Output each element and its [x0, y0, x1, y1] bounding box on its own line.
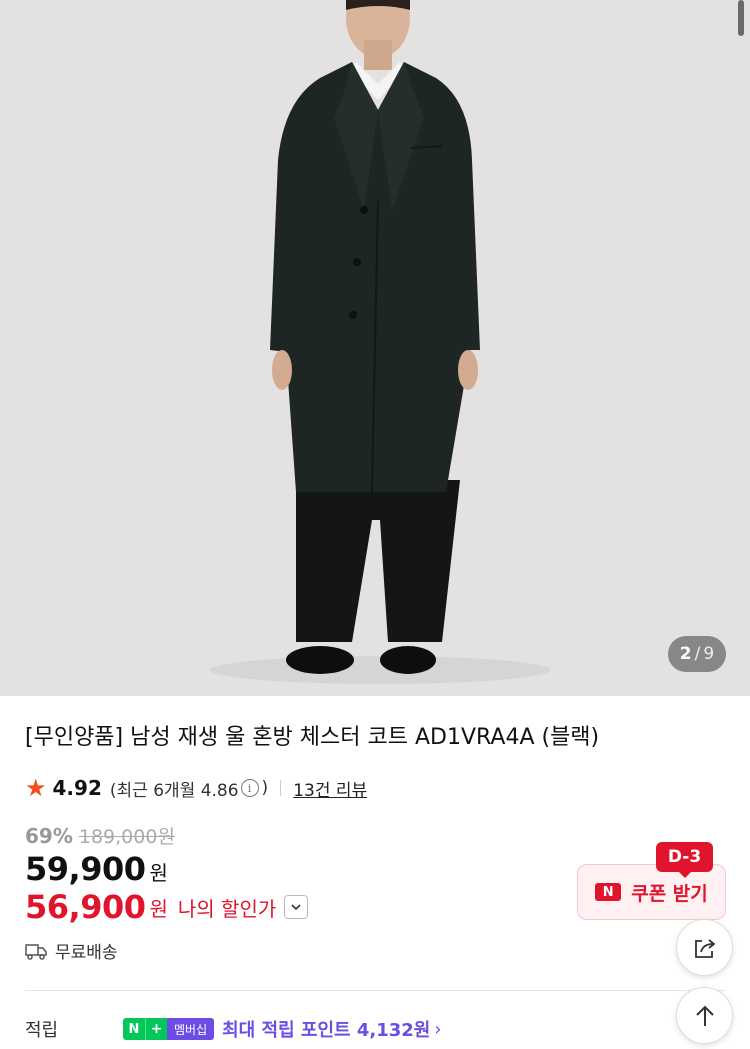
points-text: 최대 적립 포인트 4,132원: [222, 1020, 431, 1041]
npay-plus: +: [145, 1018, 167, 1040]
page-separator: /: [694, 644, 701, 664]
my-price-label[interactable]: 나의 할인가: [178, 893, 276, 922]
rating-score: 4.92: [52, 776, 102, 800]
chevron-right-icon: ›: [434, 1018, 442, 1040]
price-row: 59,900 원: [25, 850, 168, 888]
chevron-down-icon[interactable]: [284, 895, 309, 919]
my-price-unit: 원: [149, 896, 168, 921]
product-image-gallery[interactable]: 2 / 9: [0, 0, 750, 696]
coupon-button[interactable]: N 쿠폰 받기: [577, 864, 726, 920]
membership-text: 멤버십: [167, 1018, 215, 1040]
info-icon[interactable]: i: [240, 779, 259, 797]
sale-price: 59,900: [25, 850, 146, 888]
coupon-label: 쿠폰 받기: [631, 882, 708, 905]
points-row[interactable]: 적립 N + 멤버십 최대 적립 포인트 4,132원 ›: [25, 1016, 625, 1042]
original-price: 189,000원: [78, 826, 175, 848]
section-divider: [25, 990, 725, 991]
star-icon: ★: [25, 774, 47, 802]
npay-n: N: [123, 1018, 145, 1040]
arrow-up-icon: [695, 1005, 714, 1026]
truck-icon: [25, 943, 47, 960]
share-button[interactable]: [676, 919, 733, 976]
total-pages: 9: [703, 644, 715, 664]
divider: [280, 780, 282, 796]
recent-rating-close: ): [261, 778, 269, 798]
review-link[interactable]: 13건 리뷰: [293, 776, 367, 801]
recent-rating-text: (최근 6개월 4.86: [109, 780, 239, 801]
gallery-page-indicator: 2 / 9: [668, 636, 726, 672]
share-icon: [694, 938, 715, 958]
scrollbar[interactable]: [738, 0, 744, 36]
rating-row: ★ 4.92 (최근 6개월 4.86 i ) 13건 리뷰: [25, 774, 367, 802]
product-title: [무인양품] 남성 재생 울 혼방 체스터 코트 AD1VRA4A (블랙): [25, 725, 600, 750]
product-image: [0, 0, 750, 696]
my-price: 56,900: [25, 888, 146, 926]
scroll-to-top-button[interactable]: [676, 987, 733, 1044]
my-price-row: 56,900 원 나의 할인가: [25, 888, 309, 926]
points-label: 적립: [25, 1020, 59, 1041]
discount-rate: 69%: [25, 823, 73, 848]
npay-membership-badge: N + 멤버십: [123, 1018, 215, 1040]
shipping-text: 무료배송: [55, 943, 118, 963]
coupon-icon: N: [595, 883, 622, 901]
shipping-row: 무료배송: [25, 938, 118, 963]
discount-row: 69% 189,000원: [25, 822, 175, 849]
current-page: 2: [679, 644, 692, 664]
dday-badge: D-3: [656, 842, 713, 872]
sale-price-unit: 원: [149, 861, 168, 885]
